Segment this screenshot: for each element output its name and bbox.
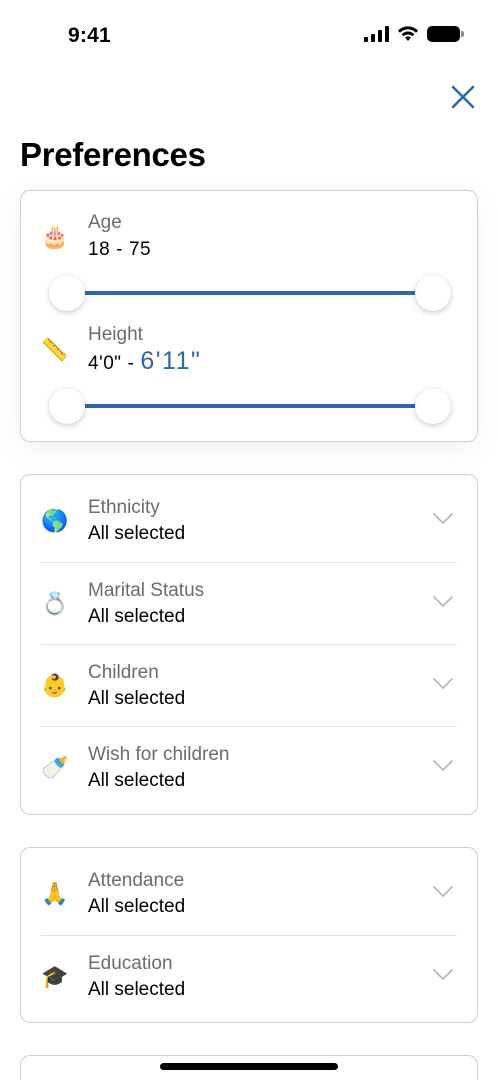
chevron-down-icon xyxy=(433,678,453,689)
chevron-down-icon xyxy=(433,513,453,524)
filter-value: All selected xyxy=(88,523,186,544)
age-slider[interactable] xyxy=(49,275,451,311)
age-max-value: 75 xyxy=(128,239,152,260)
cellular-signal-icon xyxy=(364,26,389,42)
age-slider-track xyxy=(67,291,433,295)
height-separator: - xyxy=(127,353,135,374)
age-value: 18-75 xyxy=(88,239,151,261)
filter-row-children[interactable]: 👶 Children All selected xyxy=(21,640,479,722)
filter-value: All selected xyxy=(88,770,186,791)
ring-icon: 💍 xyxy=(41,591,69,616)
filter-row-education[interactable]: 🎓 Education All selected xyxy=(21,931,479,1013)
range-filters-card: 🎂 Age 18-75 📏 Height 4'0" -6'11" xyxy=(20,190,478,442)
status-icons xyxy=(364,26,464,42)
height-slider[interactable] xyxy=(49,388,451,424)
height-min-handle[interactable] xyxy=(49,388,85,424)
filter-label: Children xyxy=(88,662,159,683)
filter-value: All selected xyxy=(88,688,186,709)
home-indicator xyxy=(160,1063,338,1070)
birthday-cake-icon: 🎂 xyxy=(41,224,69,249)
filter-label: Marital Status xyxy=(88,580,205,601)
filter-row-ethnicity[interactable]: 🌎 Ethnicity All selected xyxy=(21,475,479,557)
battery-icon xyxy=(427,26,464,42)
chevron-down-icon xyxy=(433,596,453,607)
age-label: Age xyxy=(88,212,122,233)
age-separator: - xyxy=(116,239,123,260)
wifi-icon xyxy=(398,26,418,41)
baby-bottle-icon: 🍼 xyxy=(41,755,69,780)
height-slider-track xyxy=(67,404,433,408)
chevron-down-icon xyxy=(433,886,453,897)
lifestyle-filters-card: 🙏 Attendance All selected 🎓 Education Al… xyxy=(20,847,478,1023)
filter-label: Education xyxy=(88,953,173,974)
height-max-handle[interactable] xyxy=(415,388,451,424)
filter-row-marital-status[interactable]: 💍 Marital Status All selected xyxy=(21,558,479,640)
ruler-icon: 📏 xyxy=(41,337,69,362)
status-time: 9:41 xyxy=(68,24,111,47)
baby-icon: 👶 xyxy=(41,673,69,698)
background-filters-card: 🌎 Ethnicity All selected 💍 Marital Statu… xyxy=(20,474,478,815)
height-max-value: 6'11" xyxy=(140,347,202,375)
praying-hands-icon: 🙏 xyxy=(41,881,69,906)
page-title: Preferences xyxy=(20,136,206,173)
height-min-value: 4'0" xyxy=(88,353,122,374)
filter-row-attendance[interactable]: 🙏 Attendance All selected xyxy=(21,848,479,930)
status-bar: 9:41 xyxy=(0,0,498,70)
chevron-down-icon xyxy=(433,969,453,980)
height-value: 4'0" -6'11" xyxy=(88,347,201,376)
filter-label: Wish for children xyxy=(88,744,230,765)
close-button[interactable] xyxy=(446,80,480,114)
age-max-handle[interactable] xyxy=(415,275,451,311)
filter-label: Attendance xyxy=(88,870,185,891)
close-icon xyxy=(451,85,475,109)
filter-row-wish-for-children[interactable]: 🍼 Wish for children All selected xyxy=(21,722,479,804)
age-min-value: 18 xyxy=(88,239,111,260)
filter-label: Ethnicity xyxy=(88,497,160,518)
filter-value: All selected xyxy=(88,606,186,627)
chevron-down-icon xyxy=(433,760,453,771)
graduation-cap-icon: 🎓 xyxy=(41,964,69,989)
globe-icon: 🌎 xyxy=(41,508,69,533)
filter-value: All selected xyxy=(88,979,186,1000)
height-label: Height xyxy=(88,324,143,345)
age-min-handle[interactable] xyxy=(49,275,85,311)
filter-value: All selected xyxy=(88,896,186,917)
